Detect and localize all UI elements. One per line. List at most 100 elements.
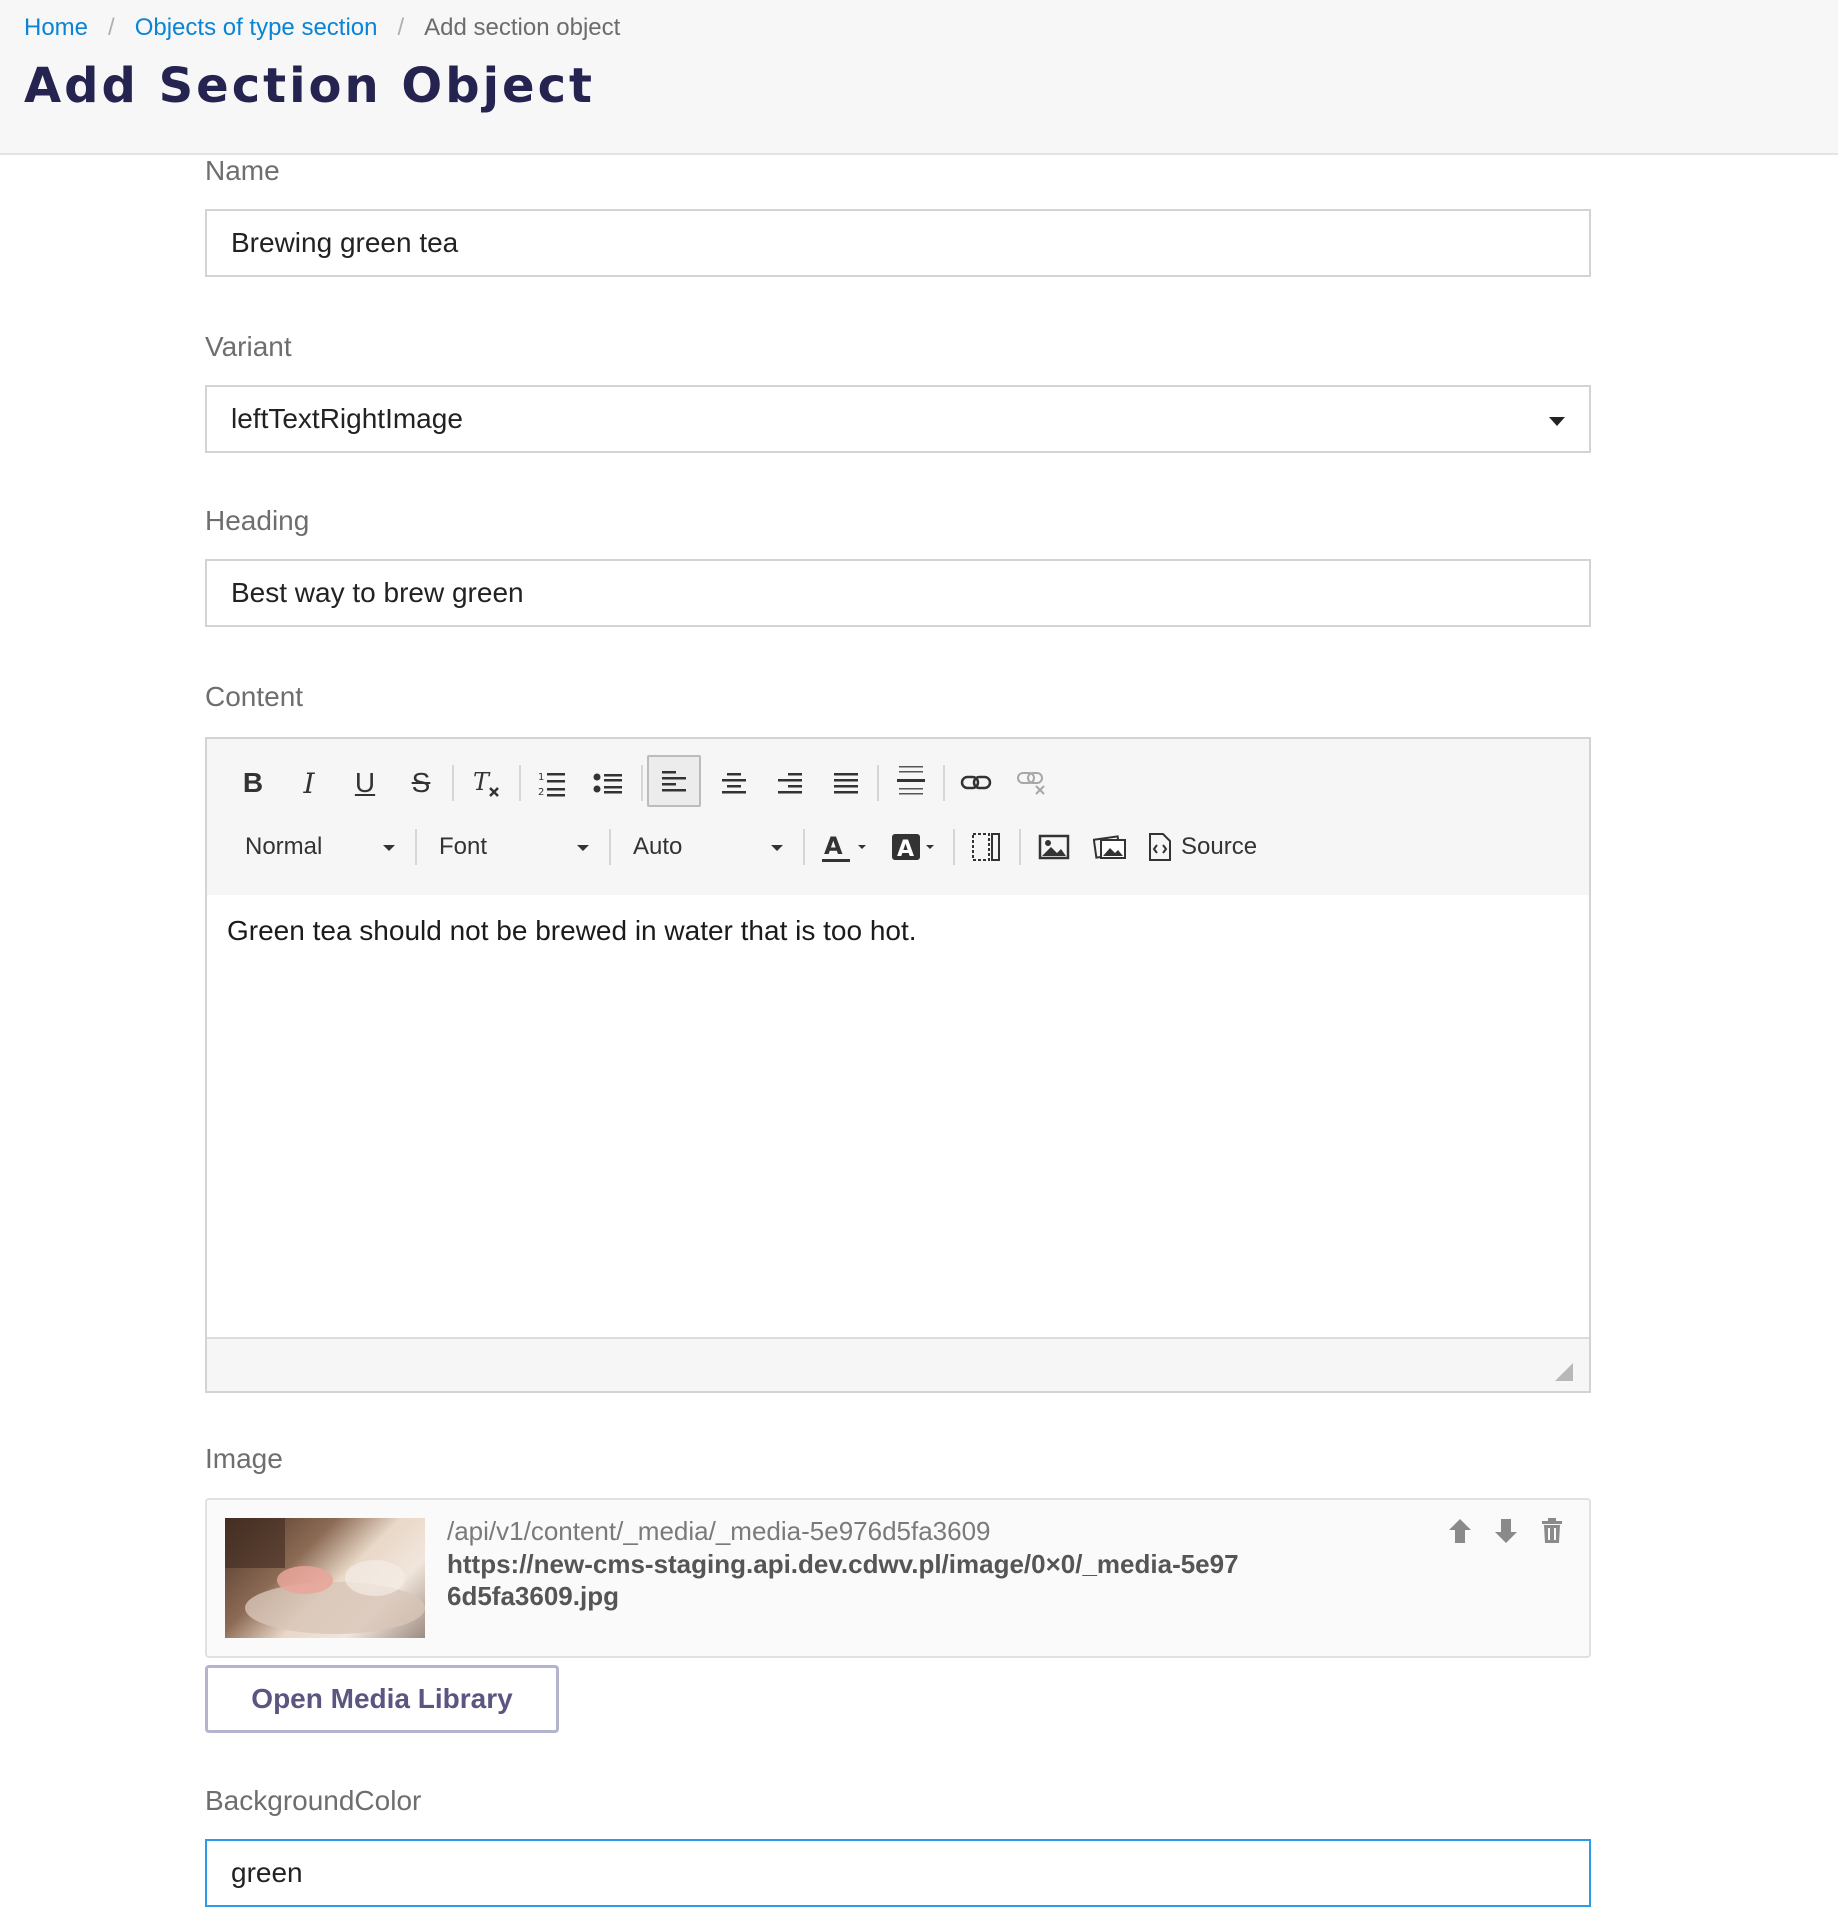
heading-input[interactable] — [205, 559, 1591, 627]
link-button[interactable] — [953, 759, 999, 807]
align-right-button[interactable] — [767, 759, 813, 807]
svg-text:T: T — [473, 768, 491, 796]
unlink-icon — [1017, 772, 1045, 795]
toolbar-separator — [452, 765, 454, 801]
breadcrumb-separator: / — [108, 14, 115, 41]
bulleted-list-icon — [593, 773, 622, 794]
font-size-dropdown[interactable]: Auto — [633, 823, 783, 871]
media-item-card: /api/v1/content/_media/_media-5e976d5fa3… — [205, 1498, 1591, 1658]
font-family-value: Font — [439, 833, 488, 860]
font-family-dropdown[interactable]: Font — [439, 823, 589, 871]
delete-media-button[interactable] — [1539, 1516, 1565, 1546]
bulleted-list-button[interactable] — [585, 759, 631, 807]
show-blocks-button[interactable] — [963, 823, 1009, 871]
numbered-list-icon: 12 — [538, 772, 565, 798]
chevron-down-icon — [771, 845, 783, 851]
toolbar-separator — [1019, 829, 1021, 865]
variant-label: Variant — [205, 331, 292, 362]
editor-status-bar — [207, 1337, 1589, 1391]
horizontal-line-icon — [897, 766, 925, 795]
toolbar-separator — [953, 829, 955, 865]
breadcrumb-separator: / — [397, 14, 405, 41]
strikethrough-icon: S — [411, 767, 431, 798]
paragraph-format-dropdown[interactable]: Normal — [245, 823, 395, 871]
strikethrough-button[interactable]: S — [401, 759, 441, 807]
chevron-down-icon — [383, 845, 395, 851]
move-up-button[interactable] — [1447, 1516, 1473, 1546]
chevron-down-icon — [577, 845, 589, 851]
breadcrumb-home-link[interactable]: Home — [24, 10, 88, 46]
chevron-down-icon — [1549, 417, 1565, 426]
media-thumbnail — [225, 1518, 425, 1638]
resize-grip-icon[interactable] — [1555, 1363, 1573, 1381]
background-color-input[interactable] — [205, 1839, 1591, 1907]
toolbar-separator — [609, 829, 611, 865]
font-size-value: Auto — [633, 833, 683, 860]
paragraph-format-value: Normal — [245, 833, 323, 860]
svg-text:2: 2 — [538, 787, 544, 798]
tea-photo-image — [225, 1518, 425, 1634]
image-icon — [1038, 834, 1070, 860]
image-label: Image — [205, 1443, 283, 1474]
trash-icon — [1542, 1518, 1562, 1543]
breadcrumb: Home / Objects of type section / Add sec… — [24, 10, 620, 46]
numbered-list-button[interactable]: 12 — [529, 759, 575, 807]
unlink-button[interactable] — [1009, 759, 1055, 807]
svg-text:A: A — [824, 832, 843, 860]
source-icon — [1149, 833, 1171, 861]
media-path: /api/v1/content/_media/_media-5e976d5fa3… — [447, 1516, 991, 1546]
editor-toolbar: B I U S T 12 Normal Font Auto A A Source — [207, 739, 1589, 895]
insert-gallery-button[interactable] — [1087, 823, 1133, 871]
breadcrumb-current: Add section object — [424, 14, 621, 41]
rich-text-editor: B I U S T 12 Normal Font Auto A A Source… — [205, 737, 1591, 1393]
underline-button[interactable]: U — [345, 759, 385, 807]
open-media-library-button[interactable]: Open Media Library — [205, 1665, 559, 1733]
arrow-down-icon — [1495, 1519, 1517, 1543]
page-title: Add Section Object — [24, 58, 595, 114]
underline-icon: U — [354, 767, 376, 798]
toolbar-separator — [803, 829, 805, 865]
align-justify-button[interactable] — [823, 759, 869, 807]
align-right-icon — [778, 773, 802, 794]
gallery-icon — [1093, 835, 1126, 859]
insert-image-button[interactable] — [1031, 823, 1077, 871]
svg-text:A: A — [897, 837, 914, 862]
show-blocks-icon — [972, 833, 1000, 861]
align-left-icon — [662, 771, 686, 792]
horizontal-line-button[interactable] — [887, 757, 935, 805]
text-color-icon: A — [822, 832, 866, 862]
breadcrumb-objects-link[interactable]: Objects of type section — [135, 10, 378, 46]
link-icon — [960, 775, 992, 790]
name-input[interactable] — [205, 209, 1591, 277]
toolbar-separator — [641, 765, 643, 801]
source-label: Source — [1181, 833, 1258, 860]
remove-format-button[interactable]: T — [463, 759, 509, 807]
align-justify-icon — [834, 773, 858, 794]
align-left-button[interactable] — [647, 755, 701, 807]
source-button[interactable]: Source — [1147, 823, 1267, 871]
background-color-button[interactable]: A — [887, 823, 943, 871]
arrow-up-icon — [1449, 1519, 1471, 1543]
bold-button[interactable]: B — [233, 759, 273, 807]
align-center-button[interactable] — [711, 759, 757, 807]
page-header: Home / Objects of type section / Add sec… — [0, 0, 1838, 155]
text-color-button[interactable]: A — [817, 823, 873, 871]
media-url: https://new-cms-staging.api.dev.cdwv.pl/… — [447, 1549, 1239, 1611]
svg-text:1: 1 — [538, 772, 544, 783]
background-color-icon: A — [892, 834, 934, 862]
toolbar-separator — [877, 765, 879, 801]
content-label: Content — [205, 681, 304, 712]
toolbar-separator — [519, 765, 521, 801]
background-color-label: BackgroundColor — [205, 1785, 422, 1816]
remove-format-icon: T — [473, 768, 499, 797]
variant-select[interactable]: leftTextRightImage — [205, 385, 1591, 453]
italic-icon: I — [303, 766, 315, 800]
italic-button[interactable]: I — [289, 759, 329, 807]
align-center-icon — [722, 773, 746, 794]
name-label: Name — [205, 155, 280, 186]
toolbar-separator — [415, 829, 417, 865]
heading-label: Heading — [205, 505, 310, 536]
media-actions — [1447, 1516, 1565, 1546]
editor-content-area[interactable]: Green tea should not be brewed in water … — [227, 915, 917, 947]
move-down-button[interactable] — [1493, 1516, 1519, 1546]
